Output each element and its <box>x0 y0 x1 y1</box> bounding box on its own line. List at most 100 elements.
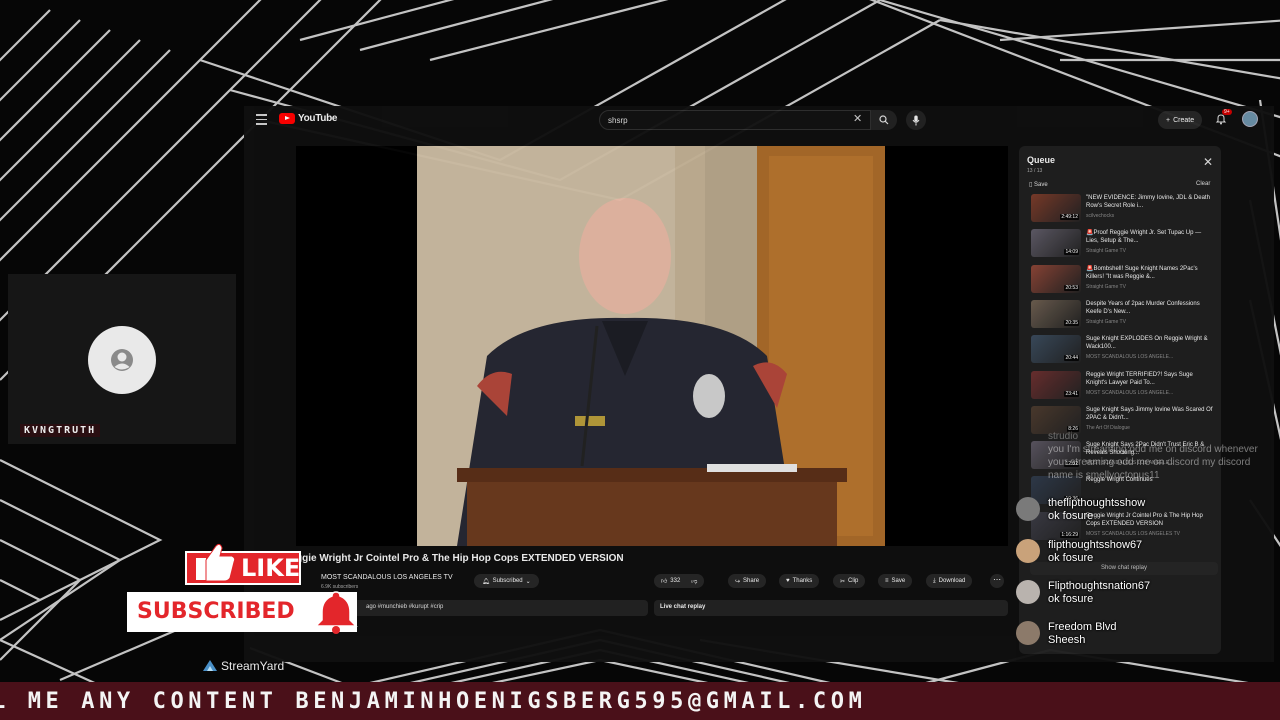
scissors-icon: ✂ <box>840 578 846 585</box>
clear-search-icon[interactable]: ✕ <box>853 113 862 125</box>
chat-avatar <box>1016 580 1040 604</box>
chat-message: theflipthoughtsshow ok fosure <box>1016 497 1266 535</box>
queue-thumbnail: 23:41 <box>1031 370 1081 399</box>
chat-username: flipthoughtsshow67 <box>1048 539 1143 551</box>
video-frame <box>417 146 885 546</box>
queue-panel: Queue 13 / 13 ✕ ▯ Save Clear 2:49:12 "NEW… <box>1019 146 1221 654</box>
queue-duration: 2:49:12 <box>1060 214 1079 220</box>
hamburger-menu-icon[interactable] <box>256 114 267 125</box>
chat-avatar <box>1016 497 1040 521</box>
queue-item-channel: Straight Game TV <box>1086 318 1126 325</box>
account-avatar[interactable] <box>1242 111 1258 127</box>
streamyard-label: StreamYard <box>221 659 285 673</box>
queue-item-title: 🚨Bombshell! Suge Knight Names 2Pac's Kil… <box>1086 265 1198 280</box>
thanks-label: Thanks <box>792 578 813 584</box>
clip-button[interactable]: ✂ Clip <box>833 574 866 588</box>
chat-avatar <box>1016 621 1040 645</box>
chat-ghost-message: you I'm streaming odd me on discord when… <box>1048 444 1258 481</box>
bell-icon <box>314 591 358 634</box>
chat-text: ok fosure <box>1048 593 1094 605</box>
queue-duration: 14:09 <box>1064 249 1079 256</box>
more-options-icon[interactable]: ⋯ <box>990 574 1004 588</box>
chat-text: Sheesh <box>1048 634 1086 646</box>
voice-search-button[interactable] <box>906 110 926 130</box>
thumbs-up-icon: 👍︎ <box>661 579 668 585</box>
streamyard-watermark: StreamYard <box>202 659 284 673</box>
download-label: Download <box>938 578 966 584</box>
bell-icon: 🔔︎ <box>482 578 490 585</box>
like-button[interactable]: 👍︎ 332 👎︎ <box>654 574 705 588</box>
share-button[interactable]: ↪ Share <box>728 574 767 588</box>
queue-item-title: 🚨Proof Reggie Wright Jr. Set Tupac Up — … <box>1086 230 1202 245</box>
youtube-window: YouTube shsrp ✕ + Create 9+ ggie Wright … <box>244 106 1274 662</box>
queue-item-title: Suge Knight EXPLODES On Reggie Wright & … <box>1086 336 1208 351</box>
queue-duration: 20:35 <box>1064 319 1079 326</box>
search-icon <box>879 115 889 125</box>
queue-clear-button[interactable]: Clear <box>1196 181 1210 187</box>
like-count: 332 <box>670 578 681 584</box>
subscribed-button[interactable]: 🔔︎ Subscribed ⌄ <box>474 574 539 588</box>
chat-message: flipthoughtsshow67 ok fosure <box>1016 539 1266 577</box>
chat-message: Freedom Blvd Sheesh <box>1016 621 1266 659</box>
chat-message: Flipthoughtsnation67 ok fosure <box>1016 580 1266 618</box>
download-icon: ⤓ <box>933 577 936 584</box>
queue-thumbnail: 20:44 <box>1031 335 1081 364</box>
queue-thumbnail: 14:09 <box>1031 229 1081 258</box>
download-button[interactable]: ⤓ Download <box>926 574 973 588</box>
guest-video-tile: KVNGTRUTH <box>8 274 236 444</box>
ticker-text: L ME ANY CONTENT BENJAMINHOENIGSBERG595@… <box>0 689 867 714</box>
queue-item[interactable]: 20:53 🚨Bombshell! Suge Knight Names 2Pac'… <box>1031 264 1219 297</box>
youtube-logo-text: YouTube <box>298 113 338 124</box>
share-label: Share <box>743 578 760 584</box>
streamyard-logo-icon <box>203 660 217 671</box>
microphone-icon <box>912 115 920 125</box>
queue-thumbnail: 20:35 <box>1031 299 1081 328</box>
live-chat-replay-header[interactable]: Live chat replay <box>654 600 1008 616</box>
queue-item-channel: Straight Game TV <box>1086 283 1126 290</box>
queue-item-channel: MOST SCANDALOUS LOS ANGELE... <box>1086 389 1174 396</box>
bottom-ticker: L ME ANY CONTENT BENJAMINHOENIGSBERG595@… <box>0 682 1280 720</box>
subscribed-label: Subscribed <box>492 578 523 584</box>
queue-save-button[interactable]: ▯ Save <box>1029 181 1048 188</box>
chat-text: ok fosure <box>1048 552 1094 564</box>
save-label: Save <box>891 578 906 584</box>
youtube-play-icon <box>279 113 295 124</box>
thumbs-down-icon[interactable]: 👎︎ <box>691 577 697 585</box>
queue-item[interactable]: 23:41 Reggie Wright TERRIFIED?! Says Suge… <box>1031 370 1219 403</box>
queue-item-channel: scilvechocks <box>1086 213 1115 219</box>
save-button[interactable]: ≡ Save <box>878 574 913 588</box>
queue-thumbnail: 20:53 <box>1031 264 1081 293</box>
video-title: ggie Wright Jr Cointel Pro & The Hip Hop… <box>296 553 624 564</box>
channel-name[interactable]: MOST SCANDALOUS LOS ANGELES TV <box>321 574 453 581</box>
queue-item[interactable]: 20:35 Despite Years of 2pac Murder Confes… <box>1031 299 1219 332</box>
playlist-add-icon: ≡ <box>885 578 889 584</box>
queue-item[interactable]: 20:44 Suge Knight EXPLODES On Reggie Wrig… <box>1031 335 1219 367</box>
bookmark-icon: ▯ <box>1029 182 1033 188</box>
create-label: Create <box>1173 116 1195 124</box>
queue-item-title: Reggie Wright TERRIFIED?! Says Suge Knig… <box>1086 371 1193 386</box>
thanks-button[interactable]: ♥ Thanks <box>779 574 820 588</box>
search-input[interactable]: shsrp <box>599 110 871 130</box>
queue-item[interactable]: 2:49:12 "NEW EVIDENCE: Jimmy Iovine, JDL … <box>1031 194 1219 226</box>
youtube-logo[interactable]: YouTube <box>279 113 338 124</box>
chat-username: Flipthoughtsnation67 <box>1048 580 1151 592</box>
search-button[interactable] <box>871 110 897 130</box>
queue-item-title: Despite Years of 2pac Murder Confessions… <box>1086 300 1200 315</box>
close-icon[interactable]: ✕ <box>1203 156 1213 168</box>
video-player[interactable] <box>296 146 1008 546</box>
queue-item-channel: MOST SCANDALOUS LOS ANGELE... <box>1086 354 1174 361</box>
youtube-topbar: YouTube shsrp ✕ + Create 9+ <box>244 106 1274 134</box>
chat-ghost-username: strudio <box>1048 431 1079 442</box>
queue-item-channel: The Art Of Dialogue <box>1086 424 1130 431</box>
notifications-button[interactable]: 9+ <box>1215 109 1232 126</box>
share-icon: ↪ <box>735 578 741 585</box>
create-button[interactable]: + Create <box>1158 111 1203 129</box>
queue-item[interactable]: 14:09 🚨Proof Reggie Wright Jr. Set Tupac … <box>1031 229 1219 261</box>
plus-icon: + <box>1166 116 1171 124</box>
queue-thumbnail: 2:49:12 <box>1031 194 1081 222</box>
queue-count: 13 / 13 <box>1027 168 1043 174</box>
clip-label: Clip <box>848 578 859 584</box>
hand-pointer-icon <box>196 543 236 582</box>
guest-name-label: KVNGTRUTH <box>20 424 101 437</box>
thanks-icon: ♥ <box>786 578 790 584</box>
